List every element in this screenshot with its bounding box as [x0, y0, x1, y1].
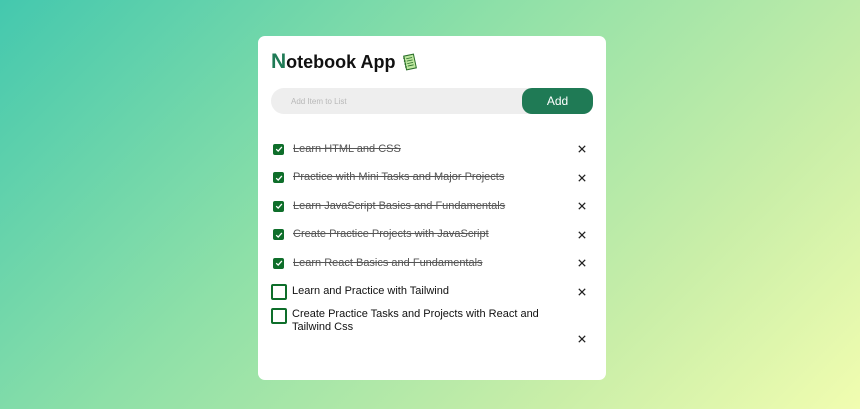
todo-text: Create Practice Projects with JavaScript	[293, 228, 489, 241]
delete-button[interactable]	[575, 171, 589, 185]
delete-button[interactable]	[575, 228, 589, 242]
todo-item: Create Practice Projects with JavaScript	[271, 221, 593, 250]
close-icon	[578, 259, 586, 267]
delete-button[interactable]	[575, 142, 589, 156]
todo-checkbox[interactable]	[273, 200, 284, 212]
delete-button[interactable]	[575, 285, 589, 299]
check-icon	[275, 260, 282, 267]
todo-checkbox[interactable]	[273, 257, 284, 269]
delete-button[interactable]	[575, 256, 589, 270]
close-icon	[578, 231, 586, 239]
close-icon	[578, 145, 586, 153]
todo-item: Create Practice Tasks and Projects with …	[271, 306, 593, 344]
todo-item: Practice with Mini Tasks and Major Proje…	[271, 164, 593, 193]
todo-checkbox[interactable]	[273, 143, 284, 155]
todo-checkbox[interactable]	[271, 283, 287, 300]
close-icon	[578, 174, 586, 182]
notebook-icon	[402, 53, 418, 71]
title-first-letter: N	[271, 50, 287, 73]
todo-text: Learn React Basics and Fundamentals	[293, 256, 483, 269]
notebook-card: Notebook App Add Learn HTML and CSSPr	[258, 36, 606, 380]
todo-item: Learn HTML and CSS	[271, 135, 593, 164]
delete-button[interactable]	[575, 332, 589, 346]
todo-text: Practice with Mini Tasks and Major Proje…	[293, 171, 505, 184]
header: Notebook App	[271, 50, 593, 74]
check-icon	[275, 175, 282, 181]
add-button[interactable]: Add	[522, 88, 593, 114]
add-item-form: Add	[271, 88, 593, 114]
todo-text: Create Practice Tasks and Projects with …	[292, 308, 539, 333]
delete-button[interactable]	[575, 199, 589, 213]
check-icon	[275, 232, 282, 238]
todo-text: Learn JavaScript Basics and Fundamentals	[293, 199, 506, 212]
close-icon	[578, 202, 586, 210]
todo-text: Learn and Practice with Tailwind	[292, 285, 449, 298]
todo-list: Learn HTML and CSS Practice with Mini Tas…	[271, 135, 593, 344]
todo-text: Learn HTML and CSS	[293, 142, 401, 155]
page-title: Notebook App	[271, 50, 396, 74]
todo-item: Learn React Basics and Fundamentals	[271, 249, 593, 278]
close-icon	[578, 335, 586, 343]
close-icon	[578, 288, 586, 296]
todo-checkbox[interactable]	[273, 172, 284, 184]
todo-checkbox[interactable]	[271, 308, 287, 324]
check-icon	[275, 146, 282, 153]
check-icon	[275, 203, 282, 210]
todo-checkbox[interactable]	[273, 229, 284, 241]
todo-item: Learn JavaScript Basics and Fundamentals	[271, 192, 593, 221]
title-rest: otebook App	[286, 52, 396, 72]
todo-item: Learn and Practice with Tailwind	[271, 278, 593, 307]
